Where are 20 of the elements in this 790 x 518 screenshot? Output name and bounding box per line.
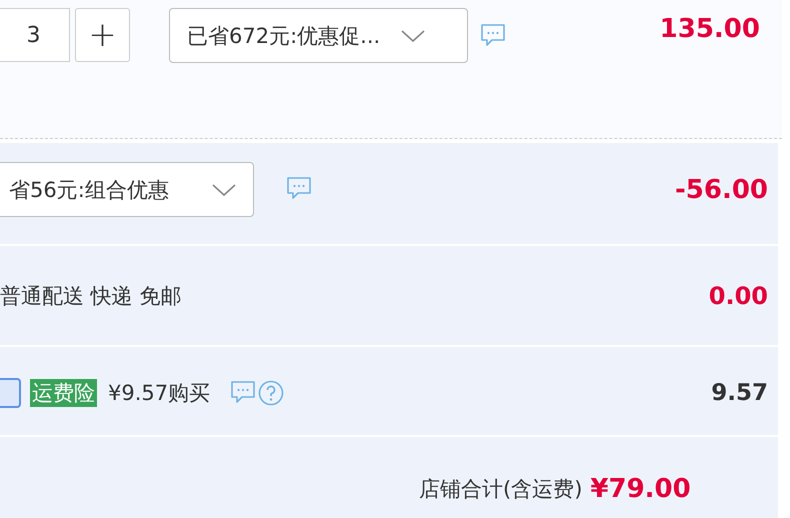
chevron-down-icon (211, 182, 237, 198)
total-label: 店铺合计(含运费) (419, 476, 582, 503)
insurance-offer: ¥9.57购买 (108, 380, 210, 407)
chat-icon[interactable] (480, 23, 506, 47)
item-price: 135.00 (660, 14, 760, 44)
chat-icon[interactable] (230, 380, 256, 404)
insurance-amount: 9.57 (711, 380, 768, 406)
insurance-tag: 运费险 (30, 379, 97, 407)
shipping-method: 普通配送 快递 免邮 (0, 282, 182, 310)
promotion-dropdown[interactable]: 已省672元:优惠促... (169, 8, 468, 63)
chat-icon[interactable] (286, 176, 312, 200)
help-icon[interactable] (258, 380, 284, 406)
shipping-amount: 0.00 (708, 282, 768, 310)
quantity-field[interactable]: 3 (0, 8, 70, 62)
chevron-down-icon (400, 28, 426, 44)
checkbox[interactable] (0, 378, 21, 408)
promotion-dropdown[interactable]: 省56元:组合优惠 (0, 162, 254, 217)
total-amount: ¥79.00 (590, 474, 691, 504)
discount-amount: -56.00 (674, 174, 768, 204)
increase-button[interactable]: + (75, 8, 130, 62)
